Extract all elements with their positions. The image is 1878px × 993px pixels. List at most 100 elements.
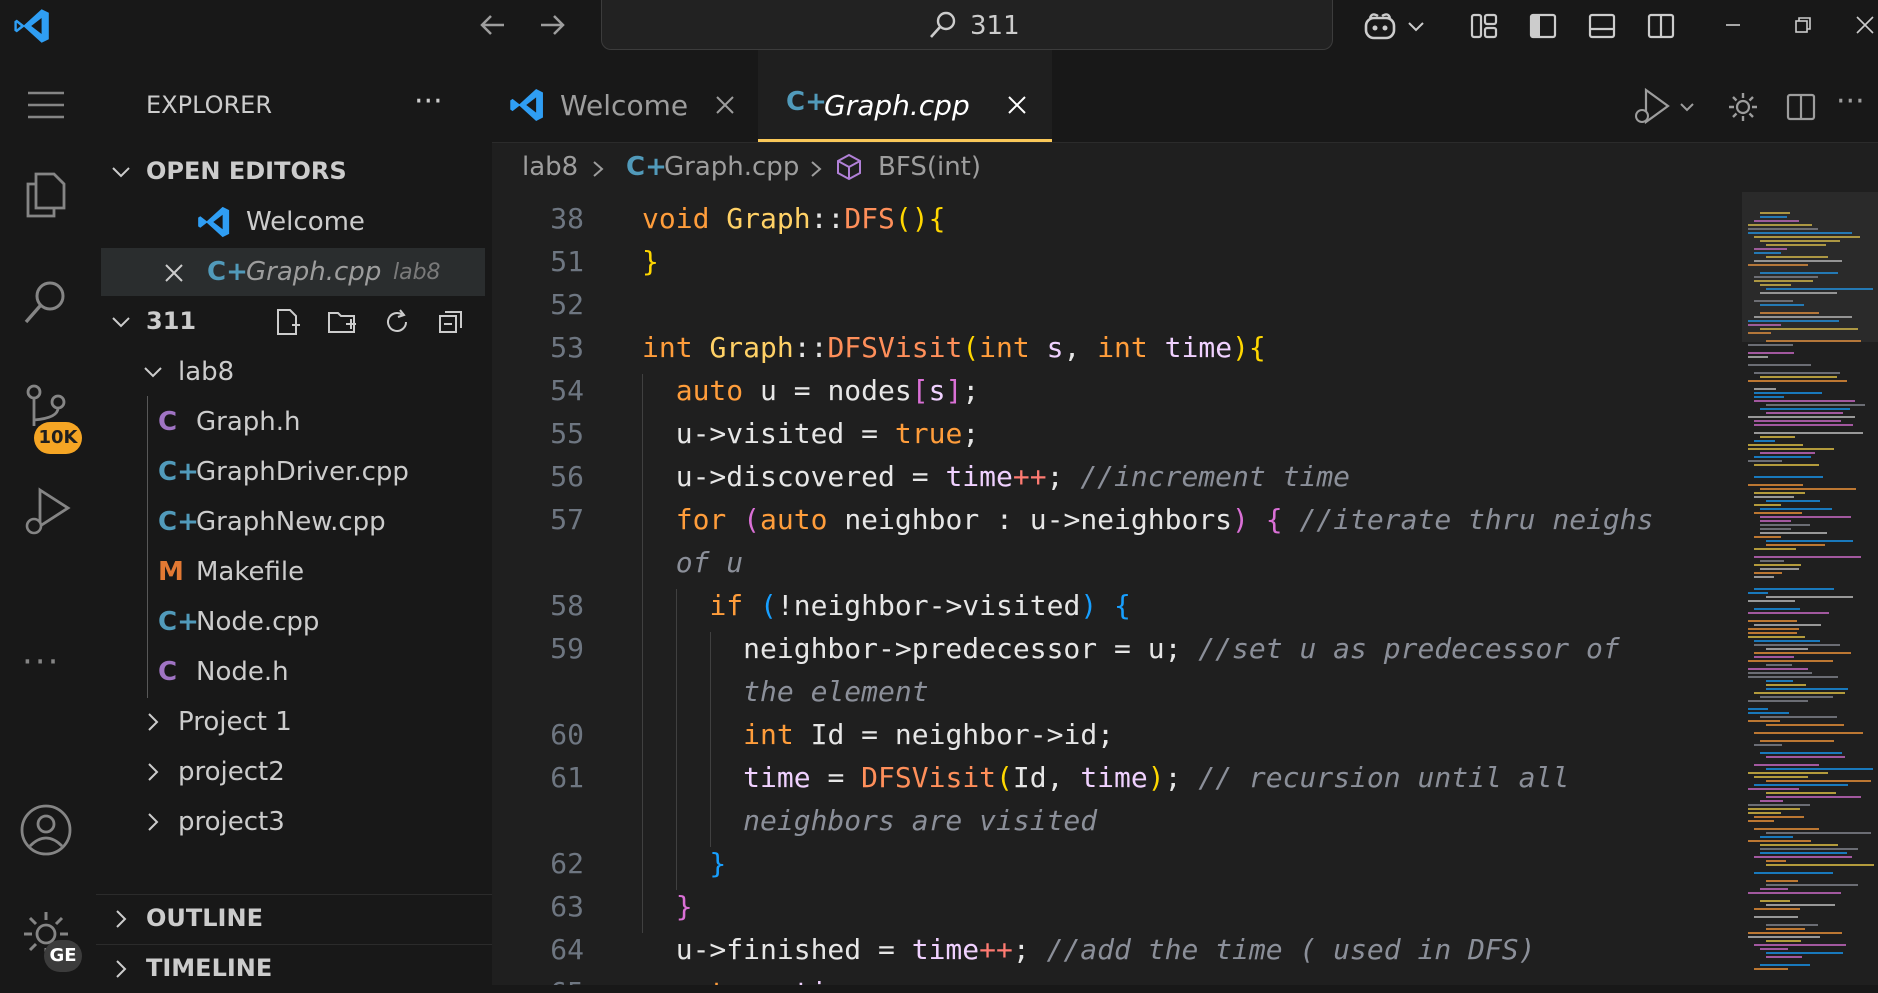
outline-title: OUTLINE (146, 904, 263, 932)
code-token: Graph (726, 202, 811, 235)
line-number: 38 (550, 202, 584, 235)
sidebar-more-actions[interactable]: ··· (414, 84, 443, 119)
minimap-line (1748, 808, 1800, 810)
search-icon[interactable] (18, 274, 74, 330)
more-icon[interactable]: ··· (22, 642, 60, 682)
code-token: time (911, 933, 980, 966)
line-number: 64 (550, 933, 584, 966)
code-token: the element (642, 675, 929, 708)
back-arrow-icon[interactable] (476, 8, 510, 42)
folder-project-1[interactable]: Project 1 (96, 698, 492, 746)
split-editor-icon[interactable] (1784, 90, 1818, 124)
timeline-header[interactable]: TIMELINE (96, 944, 492, 993)
code-token: ) (1147, 761, 1165, 794)
account-icon[interactable] (18, 802, 74, 858)
minimap-line (1754, 572, 1782, 574)
minimap-line (1760, 964, 1810, 966)
minimap-line (1748, 352, 1794, 354)
minimap-line (1760, 508, 1832, 510)
folder-project3[interactable]: project3 (96, 798, 492, 846)
run-and-debug-icon[interactable] (18, 482, 74, 538)
settings-gear-icon[interactable] (1726, 90, 1760, 124)
code-token: ++ (1012, 460, 1047, 493)
indent-guide (642, 374, 643, 933)
code-token: ( (962, 331, 980, 364)
file-item-graphdriver-cpp[interactable]: C+ GraphDriver.cpp (96, 448, 492, 496)
file-item-node-cpp[interactable]: C+ Node.cpp (96, 598, 492, 646)
new-folder-icon[interactable] (326, 307, 358, 337)
code-token: return (676, 976, 794, 985)
minimap-line (1754, 640, 1820, 642)
line-number: 59 (550, 632, 584, 665)
close-icon[interactable] (1006, 94, 1028, 116)
line-number: 65 (492, 976, 584, 985)
new-file-icon[interactable] (272, 307, 302, 337)
folder-project2[interactable]: project2 (96, 748, 492, 796)
minimap-line (1754, 608, 1800, 610)
toggle-primary-sidebar-icon[interactable] (1527, 10, 1559, 42)
chevron-right-icon (148, 763, 159, 781)
toggle-secondary-sidebar-icon[interactable] (1645, 10, 1677, 42)
copilot-icon[interactable] (1362, 10, 1398, 42)
outline-header[interactable]: OUTLINE (96, 894, 492, 943)
customize-layout-icon[interactable] (1468, 10, 1500, 42)
folder-311-header[interactable]: 311 (96, 298, 492, 346)
restore-icon[interactable] (1790, 12, 1816, 38)
refresh-icon[interactable] (382, 307, 412, 337)
minimap-line (1766, 780, 1871, 782)
close-icon[interactable] (163, 262, 185, 284)
close-icon[interactable] (714, 94, 736, 116)
cpp-file-icon: C+ (626, 152, 667, 182)
minimap-line (1754, 588, 1834, 590)
minimap-line (1754, 916, 1798, 918)
file-item-node-h[interactable]: C Node.h (96, 648, 492, 696)
code-token: ( (743, 503, 761, 536)
toggle-panel-icon[interactable] (1586, 10, 1618, 42)
minimap-line (1754, 908, 1800, 910)
code-token: s (928, 374, 946, 407)
code-token: ; (861, 976, 878, 985)
minimap-line (1760, 888, 1788, 890)
command-center-search[interactable]: 311 (601, 0, 1333, 50)
collapse-all-icon[interactable] (436, 307, 466, 337)
run-debug-icon[interactable] (1632, 86, 1672, 126)
explorer-files-icon[interactable] (18, 166, 74, 222)
code-editor[interactable]: 38 void Graph::DFS(){51} 52 53 int Graph::DF… (492, 192, 1722, 985)
menu-icon[interactable] (18, 77, 74, 133)
minimap-slider[interactable] (1742, 192, 1878, 342)
open-editors-header[interactable]: OPEN EDITORS (96, 148, 492, 196)
file-label: Node.cpp (196, 607, 320, 637)
open-editor-item-active[interactable]: C+ Graph.cpp lab8 (101, 248, 485, 296)
code-token: true (894, 417, 963, 450)
tab-welcome[interactable]: Welcome (492, 50, 758, 142)
search-icon (930, 11, 956, 38)
close-window-icon[interactable] (1852, 12, 1878, 38)
minimap-line (1748, 356, 1768, 358)
minimap-line (1748, 700, 1808, 702)
minimap-line (1760, 436, 1795, 438)
chevron-right-icon (148, 713, 159, 731)
file-item-graphnew-cpp[interactable]: C+ GraphNew.cpp (96, 498, 492, 546)
file-item-makefile[interactable]: M Makefile (96, 548, 492, 596)
minimap-line (1766, 540, 1853, 542)
breadcrumb-folder[interactable]: lab8 (522, 152, 578, 182)
minimap-line (1748, 720, 1780, 722)
code-line: } (642, 890, 693, 923)
chevron-right-icon (811, 161, 822, 177)
chevron-down-icon[interactable] (1678, 98, 1696, 116)
forward-arrow-icon[interactable] (535, 8, 569, 42)
minimap-line (1754, 732, 1863, 734)
minimap-line (1754, 496, 1794, 498)
file-item-graph-h[interactable]: C Graph.h (96, 398, 492, 446)
more-actions-icon[interactable]: ··· (1836, 84, 1865, 119)
breadcrumb-symbol[interactable]: BFS(int) (878, 152, 981, 182)
breadcrumb-file[interactable]: Graph.cpp (664, 152, 799, 182)
tab-graph-cpp[interactable]: C+ Graph.cpp (758, 50, 1052, 142)
minimize-icon[interactable] (1720, 12, 1746, 38)
folder-lab8[interactable]: lab8 (96, 348, 492, 396)
tab-bar: Welcome C+ Graph.cpp ··· (492, 50, 1878, 143)
chevron-down-icon[interactable] (1406, 10, 1426, 42)
cpp-file-icon: C+ (158, 457, 199, 487)
open-editors-title: OPEN EDITORS (146, 157, 347, 185)
open-editor-item[interactable]: Welcome (96, 198, 492, 246)
